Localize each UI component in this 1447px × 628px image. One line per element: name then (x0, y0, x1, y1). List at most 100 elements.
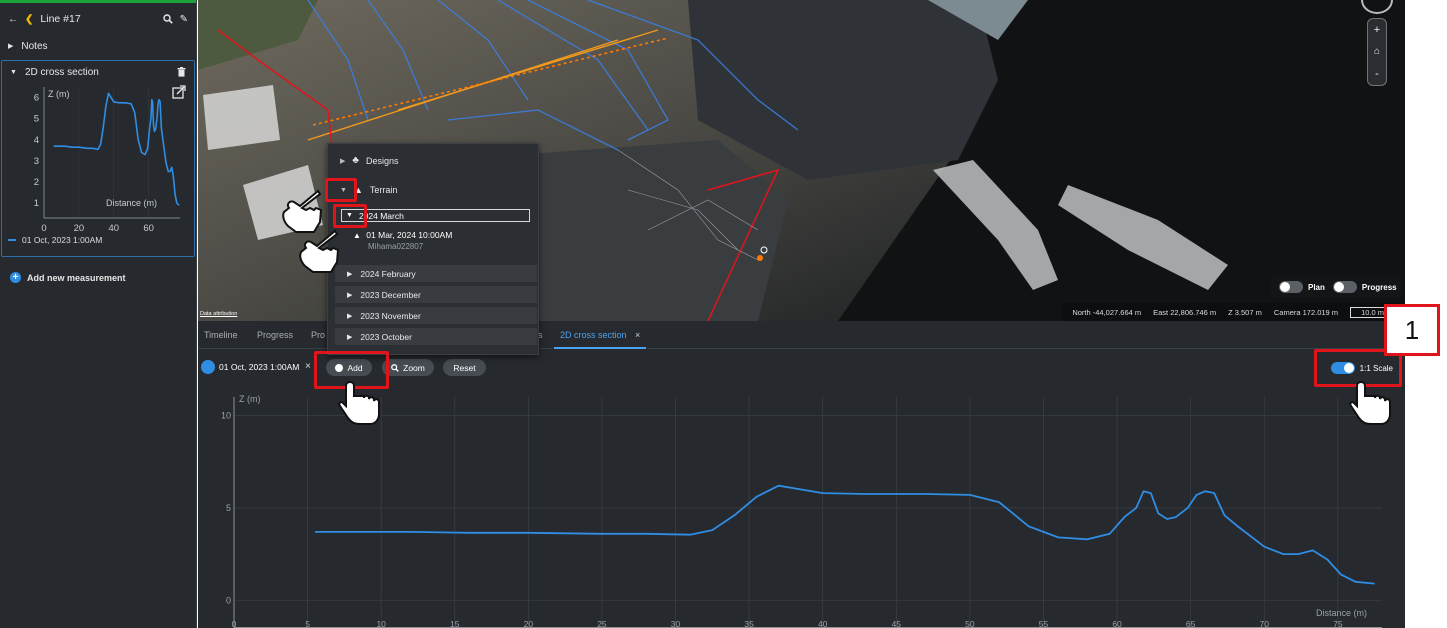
layer-2024-march-row[interactable]: ▼ 2024 March (341, 209, 530, 222)
plus-circle-icon: + (10, 272, 21, 283)
reset-button[interactable]: Reset (443, 359, 486, 376)
step-callout-number: 1 (1384, 304, 1440, 356)
x-tick-label: 70 (1260, 619, 1270, 628)
app-root: ← ❮ Line #17 ✎ ▶ Notes ▼ 2D cross sectio… (0, 0, 1447, 628)
layer-item-label: 2023 December (360, 289, 421, 300)
tab-progress[interactable]: Progress (257, 321, 293, 349)
camera-height: Camera 172.019 m (1273, 307, 1339, 317)
x-tick-label: 50 (965, 619, 975, 628)
add-new-measurement-button[interactable]: + Add new measurement (10, 272, 126, 283)
progress-toggle[interactable] (1332, 281, 1357, 293)
search-icon[interactable] (162, 14, 173, 24)
y-tick-label: 0 (226, 595, 231, 605)
x-tick-label: 40 (818, 619, 828, 628)
mini-y-axis-label: Z (m) (48, 89, 70, 99)
mini-x-tick-label: 0 (41, 223, 46, 233)
layer-item-label: 2023 November (360, 310, 421, 321)
line-measure-icon: ❮ (25, 13, 34, 25)
expand-caret-icon: ▶ (347, 333, 353, 341)
mini-y-tick-label: 2 (34, 177, 39, 188)
x-tick-label: 35 (744, 619, 754, 628)
dataset-icon (201, 360, 215, 374)
mini-x-tick-label: 40 (108, 223, 119, 233)
layer-2024-february-row[interactable]: ▶ 2024 February (335, 265, 537, 282)
layer-2023-december-row[interactable]: ▶ 2023 December (335, 286, 537, 303)
tab-partial-hidden[interactable]: Pro (311, 321, 325, 349)
tab-2d-cross-section[interactable]: 2D cross section × (554, 321, 647, 349)
zoom-out-button[interactable]: - (1375, 68, 1379, 80)
x-tick-label: 15 (450, 619, 460, 628)
x-axis-label: Distance (m) (1316, 608, 1367, 618)
terrain-entry-2024-march[interactable]: ▲ 01 Mar, 2024 10:00AM Mihama022807 (353, 230, 453, 251)
zoom-button[interactable]: Zoom (382, 359, 434, 376)
cross-section-series-line (314, 484, 1375, 585)
expand-caret-icon: ▶ (347, 312, 353, 320)
mini-y-tick-label: 1 (34, 198, 39, 209)
home-icon[interactable]: ⌂ (1374, 46, 1380, 57)
layer-item-label: 2023 October (360, 331, 412, 342)
mini-y-tick-label: 5 (34, 114, 39, 125)
mini-x-axis-label: Distance (m) (106, 198, 157, 208)
x-tick-label: 45 (892, 619, 902, 628)
cross-section-label: 2D cross section (24, 66, 99, 78)
designs-label: Designs (365, 155, 399, 166)
x-tick-label: 30 (671, 619, 681, 628)
expand-caret-icon: ▶ (347, 270, 353, 278)
trash-icon[interactable] (177, 67, 186, 77)
y-tick-label: 10 (221, 410, 231, 420)
zoom-in-button[interactable]: + (1374, 24, 1380, 36)
y-axis-label: Z (m) (239, 394, 261, 404)
back-arrow-icon[interactable]: ← (8, 14, 18, 25)
designs-icon: ♣ (352, 155, 359, 166)
data-attribution-link[interactable]: Data attribution (200, 311, 237, 317)
notes-row[interactable]: ▶ Notes (0, 35, 196, 57)
edit-pencil-icon[interactable]: ✎ (180, 14, 188, 25)
expand-caret-icon: ▶ (347, 291, 353, 299)
mini-x-tick-label: 20 (74, 223, 85, 233)
east-coordinate: East 22,806.746 m (1153, 307, 1217, 317)
north-coordinate: North -44,027.664 m (1072, 307, 1142, 317)
highlight-terrain-caret (325, 178, 357, 202)
terrain-label: Terrain (369, 185, 398, 195)
mini-y-tick-label: 3 (34, 156, 39, 167)
tab-timeline[interactable]: Timeline (204, 321, 238, 349)
remove-dataset-icon[interactable]: × (305, 361, 311, 372)
progress-label: Progress (1361, 282, 1397, 292)
map-zoom-controls: + ⌂ - (1367, 18, 1387, 86)
pointer-hand-icon (338, 380, 380, 425)
cross-section-header[interactable]: ▼ 2D cross section (2, 61, 194, 83)
mini-series-line (53, 92, 180, 206)
sidebar: ← ❮ Line #17 ✎ ▶ Notes ▼ 2D cross sectio… (0, 0, 197, 628)
terrain-entry-icon: ▲ (353, 231, 361, 240)
collapse-caret-icon: ▼ (10, 68, 17, 76)
y-tick-label: 5 (226, 503, 231, 513)
pointer-hand-icon (1349, 380, 1391, 425)
x-tick-label: 5 (305, 619, 310, 628)
zoom-icon (391, 363, 399, 372)
sidebar-header: ← ❮ Line #17 ✎ (0, 3, 196, 35)
mini-chart-legend: 01 Oct, 2023 1:00AM (8, 235, 102, 245)
expand-caret-icon: ▶ (8, 43, 14, 50)
open-external-icon[interactable] (172, 85, 186, 99)
layer-item-label: 2024 February (360, 268, 416, 279)
mini-y-tick-label: 4 (34, 135, 39, 146)
z-coordinate: Z 3.507 m (1228, 307, 1262, 317)
add-new-measurement-label: Add new measurement (27, 272, 126, 283)
terrain-entry-date: 01 Mar, 2024 10:00AM (366, 230, 453, 240)
highlight-march-caret (333, 204, 367, 228)
terrain-entry-user: Mihama022807 (368, 242, 424, 251)
x-tick-label: 25 (597, 619, 607, 628)
plan-label: Plan (1308, 282, 1325, 292)
x-tick-label: 60 (1112, 619, 1122, 628)
x-tick-label: 20 (524, 619, 534, 628)
designs-row[interactable]: ▶ ♣ Designs (340, 155, 398, 166)
pointer-hand-icon (299, 229, 340, 273)
x-tick-label: 55 (1039, 619, 1049, 628)
layer-2023-november-row[interactable]: ▶ 2023 November (335, 307, 537, 324)
coordinates-readout: North -44,027.664 m East 22,806.746 m Z … (1062, 303, 1405, 321)
tab-close-icon[interactable]: × (635, 330, 640, 340)
layer-2023-october-row[interactable]: ▶ 2023 October (335, 328, 537, 345)
plan-toggle[interactable] (1279, 281, 1303, 293)
x-tick-label: 10 (376, 619, 386, 628)
expand-caret-icon: ▶ (340, 157, 346, 165)
